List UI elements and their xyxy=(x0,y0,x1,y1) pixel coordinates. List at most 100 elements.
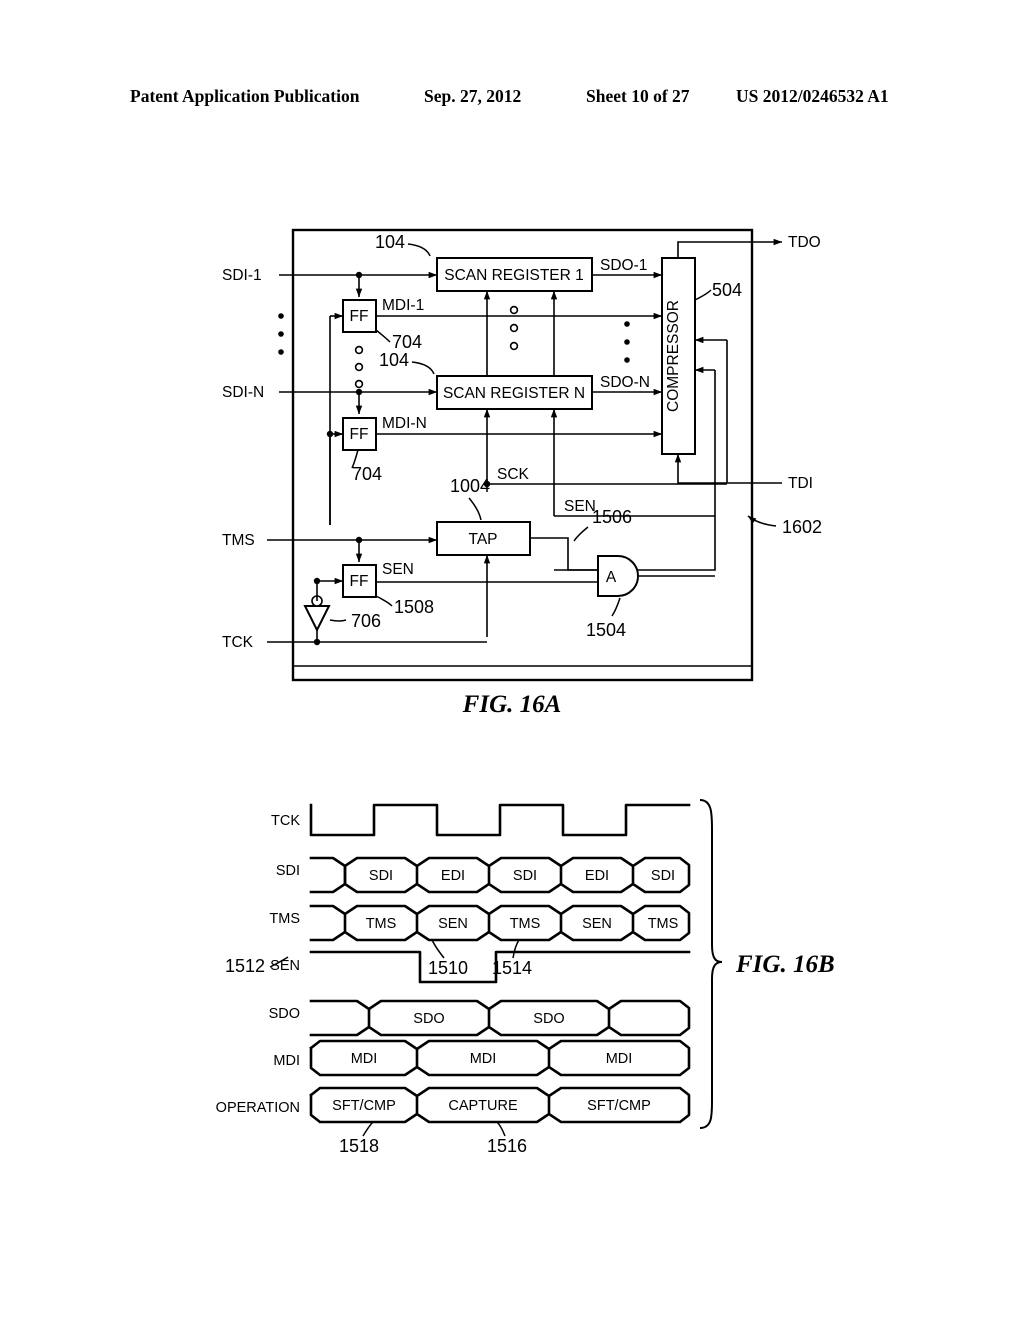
wave-sdi-seg xyxy=(309,856,347,894)
wave-tms-seg xyxy=(309,904,347,942)
wave-tms-cell-label: TMS xyxy=(366,916,397,932)
wave-sdo-cell-label: SDO xyxy=(413,1011,444,1027)
header-patent-number: US 2012/0246532 A1 xyxy=(736,86,889,106)
figure-16a-svg: SDI-1 SDI-N SCAN REGISTER 1 104 SCAN REG… xyxy=(222,228,822,718)
wave-tms-cell-label: TMS xyxy=(648,916,679,932)
ref-1516: 1516 xyxy=(487,1136,527,1156)
label-tdo: TDO xyxy=(788,234,821,251)
compressor-label: COMPRESSOR xyxy=(665,300,682,412)
ellipsis-dot-registers xyxy=(509,305,519,315)
ref-1512: 1512 xyxy=(225,956,265,976)
leader-1504 xyxy=(611,597,621,617)
wave-row-label-sen: SEN xyxy=(270,958,300,974)
leader-706 xyxy=(329,619,347,622)
wire-tdi xyxy=(674,453,782,484)
leader-1518 xyxy=(362,1121,374,1137)
wave-sdi-cell-label: SDI xyxy=(369,868,393,884)
figure-16b: TCK SDI TMS SEN SDO MDI OPERATION SDI ED… xyxy=(0,770,1024,1190)
label-sen-ff: SEN xyxy=(382,561,414,578)
wave-tms-cell-label: TMS xyxy=(510,916,541,932)
header-sheet: Sheet 10 of 27 xyxy=(586,86,690,106)
leader-1508 xyxy=(375,595,393,607)
wave-operation-cell-label: SFT/CMP xyxy=(587,1098,651,1114)
label-mdi-1: MDI-1 xyxy=(382,297,424,314)
wave-sdo-seg-end xyxy=(607,999,691,1037)
figure-16b-caption: FIG. 16B xyxy=(735,951,835,978)
ellipsis-dot-left xyxy=(278,331,284,337)
label-tms: TMS xyxy=(222,532,255,549)
tap-label: TAP xyxy=(469,531,498,548)
leader-1516 xyxy=(496,1121,506,1137)
ellipsis-dot-ff xyxy=(354,379,364,389)
leader-104-top xyxy=(407,243,431,257)
ref-104-top: 104 xyxy=(375,232,405,252)
leader-704-top xyxy=(375,329,391,343)
label-mdi-n: MDI-N xyxy=(382,415,427,432)
wave-row-label-sdi: SDI xyxy=(276,863,300,879)
ref-1506: 1506 xyxy=(592,507,632,527)
leader-1004 xyxy=(468,497,482,521)
ff-block-1-label: FF xyxy=(350,308,369,325)
ref-704-bottom: 704 xyxy=(352,464,382,484)
junction-tck xyxy=(313,638,321,646)
wave-mdi-cell-label: MDI xyxy=(351,1051,378,1067)
wave-row-label-sdo: SDO xyxy=(269,1006,300,1022)
ref-104-bottom: 104 xyxy=(379,350,409,370)
label-tck: TCK xyxy=(222,634,254,651)
ff-sen-label: FF xyxy=(350,573,369,590)
wave-sdi-cell-label: SDI xyxy=(651,868,675,884)
wire-tap-to-and xyxy=(530,537,598,571)
leader-1506 xyxy=(573,526,589,542)
ref-706: 706 xyxy=(351,611,381,631)
ref-1514: 1514 xyxy=(492,958,532,978)
wave-sdi-cell-label: EDI xyxy=(585,868,609,884)
label-sck: SCK xyxy=(497,466,530,483)
ellipsis-dot-ff xyxy=(354,345,364,355)
leader-104-bottom xyxy=(411,361,435,375)
wave-operation-cell-label: CAPTURE xyxy=(448,1098,518,1114)
wave-sdo-seg xyxy=(309,999,371,1037)
wave-tms-cell-label: SEN xyxy=(582,916,612,932)
ref-504: 504 xyxy=(712,280,742,300)
ellipsis-dot-left xyxy=(278,313,284,319)
ref-1004: 1004 xyxy=(450,476,490,496)
wave-row-label-mdi: MDI xyxy=(273,1053,300,1069)
wave-row-label-tck: TCK xyxy=(271,813,300,829)
ellipsis-dot-left xyxy=(278,349,284,355)
leader-1514 xyxy=(512,939,520,959)
figure-16a-caption: FIG. 16A xyxy=(462,691,562,718)
page-header: Patent Application Publication Sep. 27, … xyxy=(0,86,1024,112)
wave-tms-cell-label: SEN xyxy=(438,916,468,932)
ref-1508: 1508 xyxy=(394,597,434,617)
leader-504 xyxy=(694,289,712,301)
header-date: Sep. 27, 2012 xyxy=(424,86,522,106)
label-sdi-1: SDI-1 xyxy=(222,267,262,284)
ellipsis-dot-sdo xyxy=(624,321,630,327)
ellipsis-dot-sdo xyxy=(624,339,630,345)
wave-operation-cell-label: SFT/CMP xyxy=(332,1098,396,1114)
waveform-tck xyxy=(309,803,691,837)
wave-sdi-cell-label: EDI xyxy=(441,868,465,884)
label-sdo-1: SDO-1 xyxy=(600,257,647,274)
scan-register-1-label: SCAN REGISTER 1 xyxy=(444,267,584,284)
ellipsis-dot-registers xyxy=(509,341,519,351)
wave-row-label-operation: OPERATION xyxy=(216,1100,300,1116)
and-gate-label: A xyxy=(606,569,617,586)
wave-sdi-cell-label: SDI xyxy=(513,868,537,884)
wave-mdi-cell-label: MDI xyxy=(606,1051,633,1067)
and-gate-shape xyxy=(597,555,639,597)
label-sdo-n: SDO-N xyxy=(600,374,650,391)
ref-1602: 1602 xyxy=(782,517,822,537)
ref-1518: 1518 xyxy=(339,1136,379,1156)
wave-sdo-cell-label: SDO xyxy=(533,1011,564,1027)
leader-1510 xyxy=(431,939,445,959)
ff-block-n-label: FF xyxy=(350,426,369,443)
label-tdi: TDI xyxy=(788,475,813,492)
wave-mdi-cell-label: MDI xyxy=(470,1051,497,1067)
ellipsis-dot-ff xyxy=(354,362,364,372)
figure-16b-svg: TCK SDI TMS SEN SDO MDI OPERATION SDI ED… xyxy=(216,799,835,1156)
wave-row-label-tms: TMS xyxy=(269,911,300,927)
inverter-shape xyxy=(303,605,331,633)
figure-16a: SDI-1 SDI-N SCAN REGISTER 1 104 SCAN REG… xyxy=(0,200,1024,740)
ellipsis-dot-sdo xyxy=(624,357,630,363)
